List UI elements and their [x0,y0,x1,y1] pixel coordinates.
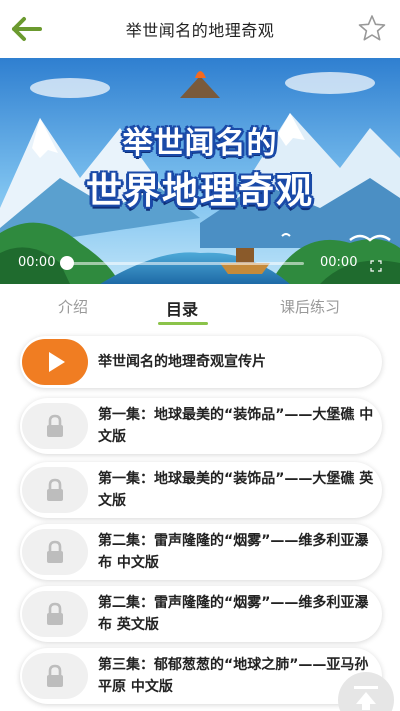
list-item[interactable]: 第三集：郁郁葱葱的“地球之肺”——亚马孙平原 中文版 [20,648,382,704]
video-banner-title-line1: 举世闻名的 [122,126,278,161]
lock-icon [47,478,63,501]
lock-badge [22,403,88,449]
episode-title: 第一集：地球最美的“装饰品”——大堡礁 英文版 [98,471,374,509]
progress-handle[interactable] [60,256,74,270]
star-outline-icon [358,15,386,41]
favorite-button[interactable] [358,14,386,42]
top-bar: 举世闻名的地理奇观 [0,0,400,58]
progress-bar[interactable] [66,262,304,265]
scroll-to-top-icon [354,686,378,710]
episode-title: 举世闻名的地理奇观宣传片 [98,354,266,370]
active-tab-indicator [158,322,208,325]
tab-catalog[interactable]: 目录 [166,296,198,320]
back-button[interactable] [10,14,44,44]
play-icon [49,352,65,372]
episode-title: 第二集：雷声隆隆的“烟雾”——维多利亚瀑布 中文版 [98,533,369,571]
fullscreen-icon [370,260,382,272]
list-item[interactable]: 举世闻名的地理奇观宣传片 [20,336,382,388]
tab-exercises[interactable]: 课后练习 [280,296,340,317]
tab-bar: 介绍 目录 课后练习 [0,284,400,328]
tab-intro[interactable]: 介绍 [58,296,88,317]
list-item[interactable]: 第一集：地球最美的“装饰品”——大堡礁 英文版 [20,462,382,518]
page-title: 举世闻名的地理奇观 [125,21,275,40]
video-banner-title-line2: 世界地理奇观 [85,171,314,212]
list-item[interactable]: 第二集：雷声隆隆的“烟雾”——维多利亚瀑布 英文版 [20,586,382,642]
current-time: 00:00 [18,255,56,270]
scroll-to-top-button[interactable] [338,672,394,711]
play-button[interactable] [22,339,88,385]
lock-badge [22,653,88,699]
fullscreen-button[interactable] [370,257,382,272]
episode-title: 第三集：郁郁葱葱的“地球之肺”——亚马孙平原 中文版 [98,657,369,695]
episode-title: 第二集：雷声隆隆的“烟雾”——维多利亚瀑布 英文版 [98,595,369,633]
lock-badge [22,591,88,637]
lock-icon [47,664,63,687]
lock-icon [47,414,63,437]
video-controls: 00:00 00:00 [0,250,400,276]
episode-title: 第一集：地球最美的“装饰品”——大堡礁 中文版 [98,407,374,445]
lock-badge [22,467,88,513]
lock-icon [47,602,63,625]
list-item[interactable]: 第二集：雷声隆隆的“烟雾”——维多利亚瀑布 中文版 [20,524,382,580]
back-arrow-icon [12,17,42,41]
total-time: 00:00 [320,255,358,270]
list-item[interactable]: 第一集：地球最美的“装饰品”——大堡礁 中文版 [20,398,382,454]
lock-icon [47,540,63,563]
lock-badge [22,529,88,575]
